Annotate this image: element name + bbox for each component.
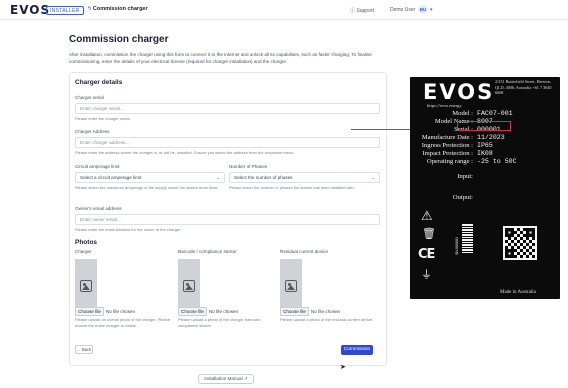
plate-address: 2/231 Butterfield Street, Herston, QLD, … — [495, 79, 552, 96]
spec-key: Output: — [452, 194, 473, 201]
warning-icon: ⚠ — [421, 209, 433, 224]
file-status: No file chosen — [208, 309, 239, 314]
plug-icon: ϟ — [88, 6, 91, 12]
weee-bin-icon: 🗑 — [422, 227, 436, 240]
choose-file-button[interactable]: Choose file — [75, 307, 104, 316]
chevron-down-icon[interactable]: ▾ — [430, 7, 433, 13]
owner-email-hint: Please enter the email address for the o… — [75, 227, 182, 232]
image-icon — [80, 280, 92, 292]
phases-select-value: Select the number of phases — [234, 175, 293, 180]
serial-hint: Please enter the charger serial. — [75, 116, 131, 121]
qr-code-image — [503, 226, 537, 260]
photo-label-rcd: Residual current device — [280, 249, 329, 254]
photos-title: Photos — [75, 239, 98, 246]
barcode-label: SN:000001 — [455, 237, 459, 255]
evos-logo[interactable]: EVOS — [10, 3, 50, 17]
spec-value: -25 to 50C — [477, 158, 517, 165]
spec-row-impact: Impact Protection : IK08 — [410, 150, 560, 158]
photo-label-charger: Charger — [75, 249, 92, 254]
spec-row-model: Model : FAC07-001 — [410, 110, 560, 118]
barcode-image — [462, 223, 473, 253]
serial-highlight-box — [457, 121, 511, 131]
top-bar: EVOS INSTALLER ϟ Commission charger ⓘ Sup… — [0, 0, 568, 20]
amperage-select-value: Select a circuit amperage limit — [80, 175, 142, 180]
qr-finder — [505, 228, 514, 237]
user-name[interactable]: Demo User — [390, 7, 415, 13]
spec-row-ingress: Ingress Protection : IP65 — [410, 142, 560, 150]
spec-value: FAC07-001 — [477, 110, 513, 117]
section-title: Charger details — [75, 79, 123, 86]
commission-button[interactable]: Commission — [341, 345, 373, 355]
chevron-down-icon: ⌄ — [371, 175, 375, 180]
image-icon — [183, 280, 195, 292]
plate-logo: EVOS — [423, 80, 495, 104]
phases-label: Number of Phases — [229, 164, 268, 169]
spec-row-input: Input: — [410, 173, 560, 181]
choose-file-button[interactable]: Choose file — [280, 307, 309, 316]
photo-hint-barcode: Please upload a photo of the charger bar… — [178, 317, 262, 328]
photo-label-barcode: Barcode / compliance sticker — [178, 249, 237, 254]
phases-select[interactable]: Select the number of phases ⌄ — [229, 172, 380, 183]
plate-url: https://evos.energy — [427, 103, 462, 108]
page-title: Commission charger — [69, 34, 169, 45]
owner-email-label: Owner's email address — [75, 206, 122, 211]
serial-input[interactable]: Enter charger serial... — [75, 103, 380, 114]
spec-value: IP65 — [477, 142, 493, 149]
photo-hint-charger: Please upload an overall photo of the ch… — [75, 317, 170, 328]
amperage-hint: Please select the maximum amperage of th… — [75, 185, 219, 190]
owner-email-input[interactable]: Enter owner email... — [75, 214, 380, 225]
spec-key: Operating range : — [426, 158, 473, 165]
address-hint: Please enter the address where the charg… — [75, 150, 295, 155]
file-input-barcode[interactable]: Choose file No file chosen — [178, 307, 238, 316]
serial-label: Charger serial — [75, 95, 104, 100]
chevron-down-icon: ⌄ — [216, 175, 220, 180]
spec-key: Model : — [452, 110, 473, 117]
image-icon — [285, 280, 297, 292]
spec-key: Ingress Protection : — [421, 142, 473, 149]
file-input-rcd[interactable]: Choose file No file chosen — [280, 307, 340, 316]
spec-row-output: Output: — [410, 194, 560, 202]
phases-hint: Please select the number of phases the s… — [229, 185, 355, 190]
file-status: No file chosen — [310, 309, 341, 314]
file-input-charger[interactable]: Choose file No file chosen — [75, 307, 135, 316]
installation-manual-button[interactable]: Installation Manual ↗ — [198, 374, 254, 384]
spec-value: 11/2023 — [477, 134, 505, 141]
qr-finder — [526, 228, 535, 237]
qr-finder — [505, 249, 514, 258]
address-input[interactable]: Enter charger address... — [75, 137, 380, 148]
help-icon: ⓘ — [350, 8, 356, 14]
page-intro: After installation, commission the charg… — [69, 52, 372, 64]
amperage-label: Circuit amperage limit — [75, 164, 120, 169]
spec-value: IK08 — [477, 150, 493, 157]
spec-key: Manufacture Date : — [421, 134, 473, 141]
installer-role-badge: INSTALLER — [46, 6, 84, 15]
spec-row-manufacture-date: Manufacture Date : 11/2023 — [410, 134, 560, 142]
spec-key: Input: — [457, 173, 473, 180]
avatar[interactable]: BU — [418, 5, 428, 14]
address-label: Charger Address — [75, 129, 110, 134]
support-link[interactable]: ⓘ Support — [350, 7, 374, 14]
breadcrumb-current: Commission charger — [92, 6, 148, 12]
breadcrumb: ϟ Commission charger — [88, 6, 148, 12]
ce-mark-icon: CE — [418, 247, 435, 262]
charger-rating-plate: EVOS https://evos.energy 2/231 Butterfie… — [410, 77, 560, 299]
made-in-label: Made in Australia — [500, 290, 536, 295]
back-button[interactable]: ← Back — [75, 345, 93, 354]
file-status: No file chosen — [105, 309, 136, 314]
amperage-select[interactable]: Select a circuit amperage limit ⌄ — [75, 172, 225, 183]
charger-details-card: Charger details Charger serial Enter cha… — [69, 72, 387, 366]
photo-hint-rcd: Please upload a photo of the residual cu… — [280, 317, 374, 322]
earth-ground-icon: ⏚ — [421, 268, 432, 281]
choose-file-button[interactable]: Choose file — [178, 307, 207, 316]
mouse-cursor-icon: ➤ — [340, 364, 346, 371]
support-label: Support — [356, 8, 374, 14]
spec-row-operating-range: Operating range : -25 to 50C — [410, 158, 560, 166]
spec-key: Impact Protection : — [422, 150, 473, 157]
